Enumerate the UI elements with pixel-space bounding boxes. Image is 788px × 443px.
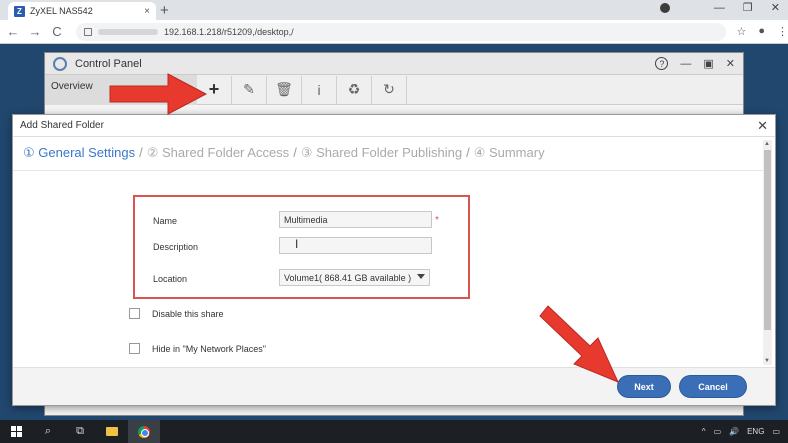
browser-tabbar: Z ZyXEL NAS542 × + — ❐ ✕ (0, 0, 788, 20)
tray-expand-icon[interactable]: ^ (702, 427, 706, 436)
back-button[interactable]: ← (4, 24, 22, 39)
recycle-icon[interactable]: ♻ (337, 75, 372, 104)
dialog-scrollbar[interactable]: ▲ ▼ (763, 140, 772, 365)
step-separator: / (293, 145, 297, 160)
dialog-titlebar[interactable]: Add Shared Folder ✕ (13, 115, 775, 137)
step-separator: / (139, 145, 143, 160)
hide-network-label: Hide in "My Network Places" (152, 343, 266, 354)
step-shared-folder-publishing: ③ Shared Folder Publishing (300, 145, 463, 160)
cp-close-button[interactable]: ✕ (726, 57, 735, 70)
browser-toolbar: ← → C 192.168.1.218/r51209,/desktop,/ ☆ … (0, 20, 788, 44)
reload-button[interactable]: C (48, 24, 66, 39)
dialog-footer: Next Cancel (13, 367, 775, 405)
step-separator: / (466, 145, 470, 160)
name-field[interactable]: Multimedia (279, 211, 432, 228)
disable-share-label: Disable this share (152, 308, 224, 319)
annotation-arrow-add (109, 73, 208, 115)
wizard-steps: ① General Settings / ② Shared Folder Acc… (23, 145, 545, 161)
control-panel-icon (53, 56, 67, 71)
browser-menu-icon[interactable]: ⋮ (777, 25, 788, 38)
address-bar[interactable]: 192.168.1.218/r51209,/desktop,/ (76, 22, 727, 41)
step-general-settings[interactable]: ① General Settings (23, 145, 135, 161)
language-indicator[interactable]: ENG (747, 427, 764, 436)
forward-button[interactable]: → (26, 24, 44, 39)
account-icon[interactable]: ● (758, 25, 765, 38)
hide-network-checkbox[interactable] (129, 343, 140, 354)
profile-icon[interactable] (659, 2, 670, 13)
step-summary: ④ Summary (473, 145, 545, 160)
help-icon[interactable]: ? (655, 57, 669, 70)
scroll-up-icon[interactable]: ▲ (764, 141, 770, 147)
zyxel-favicon-icon: Z (14, 5, 25, 17)
info-icon[interactable]: i (302, 75, 337, 104)
control-panel-title: Control Panel (75, 57, 142, 70)
description-label: Description (153, 242, 199, 252)
scroll-thumb[interactable] (764, 150, 771, 330)
location-select-value: Volume1( 868.41 GB available ) (284, 273, 412, 283)
window-maximize-button[interactable]: ❐ (743, 1, 753, 14)
file-explorer-icon[interactable] (96, 420, 128, 443)
hide-network-row[interactable]: Hide in "My Network Places" (129, 343, 266, 354)
new-tab-button[interactable]: + (160, 2, 169, 19)
next-button[interactable]: Next (617, 375, 671, 398)
refresh-icon[interactable]: ↻ (372, 75, 407, 104)
location-select[interactable]: Volume1( 868.41 GB available ) (279, 269, 430, 286)
dialog-title: Add Shared Folder (20, 120, 104, 131)
cancel-button[interactable]: Cancel (679, 375, 747, 398)
name-label: Name (153, 216, 178, 226)
edit-icon[interactable]: ✎ (232, 75, 267, 104)
windows-logo-icon (10, 426, 22, 437)
required-mark: * (435, 215, 439, 226)
chrome-taskbar-icon[interactable] (128, 420, 160, 443)
add-shared-folder-dialog: Add Shared Folder ✕ ① General Settings /… (12, 114, 776, 406)
description-field[interactable] (279, 237, 432, 254)
steps-divider (13, 170, 765, 171)
location-label: Location (153, 274, 188, 284)
step-shared-folder-access: ② Shared Folder Access (146, 145, 290, 160)
search-icon[interactable]: ⌕ (32, 420, 64, 443)
disable-share-checkbox[interactable] (129, 308, 140, 319)
system-tray: ^ ▭ 🔊 ENG ▭ (702, 427, 788, 436)
start-button[interactable] (0, 420, 32, 443)
tab-title: ZyXEL NAS542 (30, 6, 93, 16)
delete-icon[interactable]: 🗑 (267, 75, 302, 104)
tab-close-icon[interactable]: × (144, 6, 150, 17)
disable-share-row[interactable]: Disable this share (129, 308, 224, 319)
browser-tab[interactable]: Z ZyXEL NAS542 × (8, 2, 156, 20)
volume-icon[interactable]: 🔊 (729, 427, 739, 436)
network-icon[interactable]: ▭ (714, 427, 722, 436)
blurred-address-prefix (98, 28, 158, 35)
address-text: 192.168.1.218/r51209,/desktop,/ (164, 26, 294, 37)
task-view-icon[interactable]: ⧉ (64, 420, 96, 443)
window-close-button[interactable]: ✕ (771, 1, 780, 14)
chevron-down-icon (417, 274, 425, 279)
shared-folder-toolbar: + ✎ 🗑 i ♻ ↻ (197, 75, 743, 105)
window-minimize-button[interactable]: — (714, 2, 725, 14)
window-controls: — ❐ ✕ (659, 1, 780, 14)
site-info-icon[interactable] (84, 27, 92, 36)
annotation-arrow-next (539, 305, 619, 383)
cp-maximize-button[interactable]: ▣ (703, 57, 713, 70)
cp-minimize-button[interactable]: — (680, 58, 691, 70)
scroll-down-icon[interactable]: ▼ (764, 358, 770, 364)
bookmark-star-icon[interactable]: ☆ (736, 25, 746, 38)
windows-taskbar: ⌕ ⧉ ^ ▭ 🔊 ENG ▭ (0, 420, 788, 443)
dialog-close-icon[interactable]: ✕ (757, 118, 768, 134)
text-cursor-icon: I (295, 237, 299, 251)
notification-icon[interactable]: ▭ (772, 427, 780, 436)
